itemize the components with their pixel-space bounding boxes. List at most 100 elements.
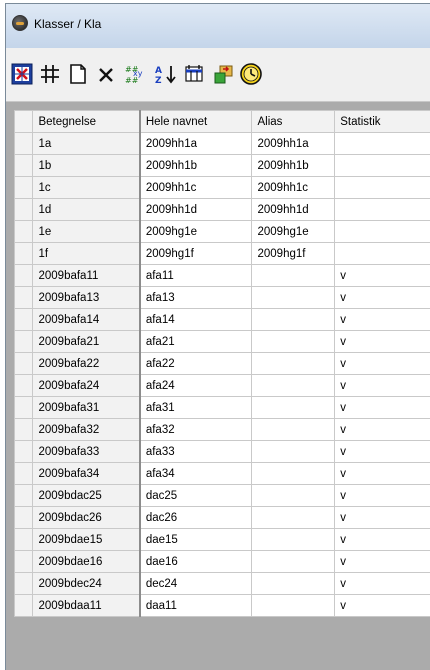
row-selector[interactable] [13, 528, 34, 551]
table-row[interactable]: 2009bafa33 afa33 v [13, 440, 430, 463]
cell-statistik[interactable]: v [334, 572, 430, 595]
cell-alias[interactable] [251, 594, 336, 617]
cell-betegnelse[interactable]: 1e [32, 220, 141, 243]
cell-alias[interactable]: 2009hh1b [251, 154, 336, 177]
cell-hele-navnet[interactable]: afa22 [139, 352, 253, 375]
cell-statistik[interactable] [334, 154, 430, 177]
cell-alias[interactable]: 2009hh1d [251, 198, 336, 221]
cell-hele-navnet[interactable]: 2009hh1d [139, 198, 253, 221]
table-row[interactable]: 2009bdac25 dac25 v [13, 484, 430, 507]
table-row[interactable]: 2009bafa11 afa11 v [13, 264, 430, 287]
table-row[interactable]: 2009bdae16 dae16 v [13, 550, 430, 573]
row-selector[interactable] [13, 550, 34, 573]
clock-icon[interactable] [239, 62, 263, 86]
cell-betegnelse[interactable]: 1a [32, 132, 141, 155]
row-selector[interactable] [13, 440, 34, 463]
cell-statistik[interactable] [334, 198, 430, 221]
cell-hele-navnet[interactable]: afa34 [139, 462, 253, 485]
cell-betegnelse[interactable]: 2009bafa32 [32, 418, 141, 441]
cell-alias[interactable]: 2009hg1f [251, 242, 336, 265]
table-row[interactable]: 2009bafa21 afa21 v [13, 330, 430, 353]
row-selector[interactable] [13, 308, 34, 331]
cell-betegnelse[interactable]: 2009bafa11 [32, 264, 141, 287]
table-row[interactable]: 2009bdaa11 daa11 v [13, 594, 430, 617]
cell-betegnelse[interactable]: 2009bdae15 [32, 528, 141, 551]
row-selector[interactable] [13, 176, 34, 199]
row-selector[interactable] [13, 506, 34, 529]
cell-hele-navnet[interactable]: afa32 [139, 418, 253, 441]
cell-hele-navnet[interactable]: afa14 [139, 308, 253, 331]
table-row[interactable]: 2009bafa31 afa31 v [13, 396, 430, 419]
cell-hele-navnet[interactable]: 2009hg1f [139, 242, 253, 265]
table-row[interactable]: 2009bafa34 afa34 v [13, 462, 430, 485]
table-row[interactable]: 2009bdec24 dec24 v [13, 572, 430, 595]
cell-alias[interactable] [251, 396, 336, 419]
cell-statistik[interactable]: v [334, 286, 430, 309]
column-header-hele-navnet[interactable]: Hele navnet [139, 110, 253, 133]
column-header-alias[interactable]: Alias [251, 110, 336, 133]
table-row[interactable]: 2009bafa24 afa24 v [13, 374, 430, 397]
cell-hele-navnet[interactable]: afa21 [139, 330, 253, 353]
cell-hele-navnet[interactable]: afa31 [139, 396, 253, 419]
cell-hele-navnet[interactable]: dae15 [139, 528, 253, 551]
cell-hele-navnet[interactable]: dac25 [139, 484, 253, 507]
cell-statistik[interactable]: v [334, 264, 430, 287]
cell-statistik[interactable] [334, 132, 430, 155]
table-row[interactable]: 1c 2009hh1c 2009hh1c [13, 176, 430, 199]
cell-betegnelse[interactable]: 2009bafa31 [32, 396, 141, 419]
table-row[interactable]: 1b 2009hh1b 2009hh1b [13, 154, 430, 177]
row-selector[interactable] [13, 418, 34, 441]
table-row[interactable]: 2009bdac26 dac26 v [13, 506, 430, 529]
table-row[interactable]: 2009bafa32 afa32 v [13, 418, 430, 441]
cell-statistik[interactable] [334, 242, 430, 265]
sort-az-icon[interactable]: A Z [154, 62, 178, 86]
cell-alias[interactable] [251, 550, 336, 573]
grid-select-icon[interactable] [10, 62, 34, 86]
cell-hele-navnet[interactable]: afa11 [139, 264, 253, 287]
title-bar[interactable]: Klasser / Kla [6, 4, 430, 48]
cell-alias[interactable]: 2009hh1a [251, 132, 336, 155]
table-row[interactable]: 2009bdae15 dae15 v [13, 528, 430, 551]
cell-alias[interactable] [251, 440, 336, 463]
cell-alias[interactable] [251, 352, 336, 375]
table-row[interactable]: 2009bafa14 afa14 v [13, 308, 430, 331]
cell-statistik[interactable]: v [334, 506, 430, 529]
cell-betegnelse[interactable]: 2009bafa24 [32, 374, 141, 397]
cell-betegnelse[interactable]: 1b [32, 154, 141, 177]
cell-betegnelse[interactable]: 2009bafa33 [32, 440, 141, 463]
cell-statistik[interactable]: v [334, 440, 430, 463]
row-selector[interactable] [13, 154, 34, 177]
cell-alias[interactable] [251, 264, 336, 287]
row-selector[interactable] [13, 462, 34, 485]
cell-statistik[interactable]: v [334, 462, 430, 485]
cell-alias[interactable] [251, 374, 336, 397]
cell-statistik[interactable]: v [334, 550, 430, 573]
row-selector[interactable] [13, 572, 34, 595]
row-selector[interactable] [13, 594, 34, 617]
cell-alias[interactable] [251, 286, 336, 309]
cell-statistik[interactable]: v [334, 396, 430, 419]
cell-betegnelse[interactable]: 1c [32, 176, 141, 199]
cell-alias[interactable] [251, 506, 336, 529]
cell-betegnelse[interactable]: 1d [32, 198, 141, 221]
cell-alias[interactable] [251, 572, 336, 595]
hash-grid-icon[interactable] [38, 62, 62, 86]
row-selector[interactable] [13, 484, 34, 507]
cell-betegnelse[interactable]: 2009bafa14 [32, 308, 141, 331]
cell-statistik[interactable] [334, 220, 430, 243]
table-row[interactable]: 1f 2009hg1f 2009hg1f [13, 242, 430, 265]
column-header-betegnelse[interactable]: Betegnelse [32, 110, 141, 133]
row-selector[interactable] [13, 264, 34, 287]
table-row[interactable]: 1a 2009hh1a 2009hh1a [13, 132, 430, 155]
cell-alias[interactable] [251, 308, 336, 331]
merge-icon[interactable]: ## xy ## [123, 62, 147, 86]
row-selector[interactable] [13, 220, 34, 243]
cell-hele-navnet[interactable]: dac26 [139, 506, 253, 529]
cell-hele-navnet[interactable]: dec24 [139, 572, 253, 595]
cell-betegnelse[interactable]: 2009bdac25 [32, 484, 141, 507]
cell-statistik[interactable]: v [334, 528, 430, 551]
cell-hele-navnet[interactable]: 2009hg1e [139, 220, 253, 243]
cell-statistik[interactable]: v [334, 594, 430, 617]
cell-hele-navnet[interactable]: 2009hh1b [139, 154, 253, 177]
table-row[interactable]: 2009bafa13 afa13 v [13, 286, 430, 309]
